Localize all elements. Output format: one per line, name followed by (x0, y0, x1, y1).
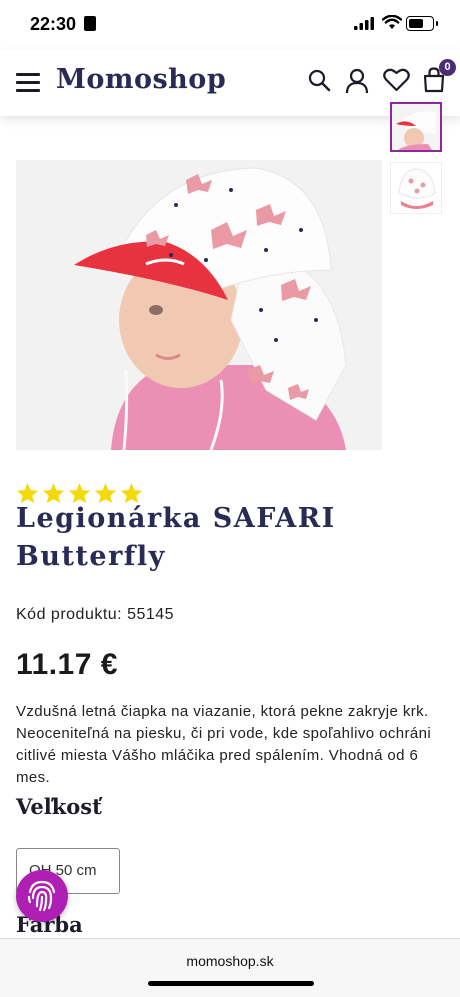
site-logo[interactable]: Momoshop (56, 64, 226, 95)
size-heading: Veľkosť (16, 794, 102, 819)
product-photo-illustration (16, 160, 382, 450)
status-time: 22:30 (30, 14, 77, 34)
signal-icon (354, 17, 374, 30)
product-thumbnail-1[interactable] (390, 102, 442, 152)
product-code: Kód produktu: 55145 (16, 606, 175, 623)
battery-icon (406, 16, 438, 31)
browser-url-bar[interactable]: momoshop.sk (0, 938, 460, 997)
menu-icon[interactable] (16, 72, 40, 92)
heart-icon[interactable] (383, 68, 410, 92)
product-thumbnail-2[interactable] (390, 162, 442, 214)
product-title: Legionárka SAFARI Butterfly (16, 503, 336, 572)
status-bar: 22:30 (0, 0, 460, 50)
product-description: Vzdušná letná čiapka na viazanie, ktorá … (16, 703, 432, 786)
user-icon[interactable] (345, 68, 369, 94)
browser-url-text: momoshop.sk (186, 953, 274, 969)
id-card-icon (84, 16, 96, 31)
search-icon[interactable] (307, 68, 331, 92)
home-indicator[interactable] (148, 981, 314, 986)
fingerprint-icon (27, 880, 56, 912)
cart-count-badge: 0 (439, 59, 456, 76)
wifi-icon (382, 15, 402, 29)
product-main-image[interactable] (16, 160, 382, 450)
fingerprint-button[interactable] (16, 870, 68, 922)
product-price: 11.17 € (16, 648, 118, 681)
